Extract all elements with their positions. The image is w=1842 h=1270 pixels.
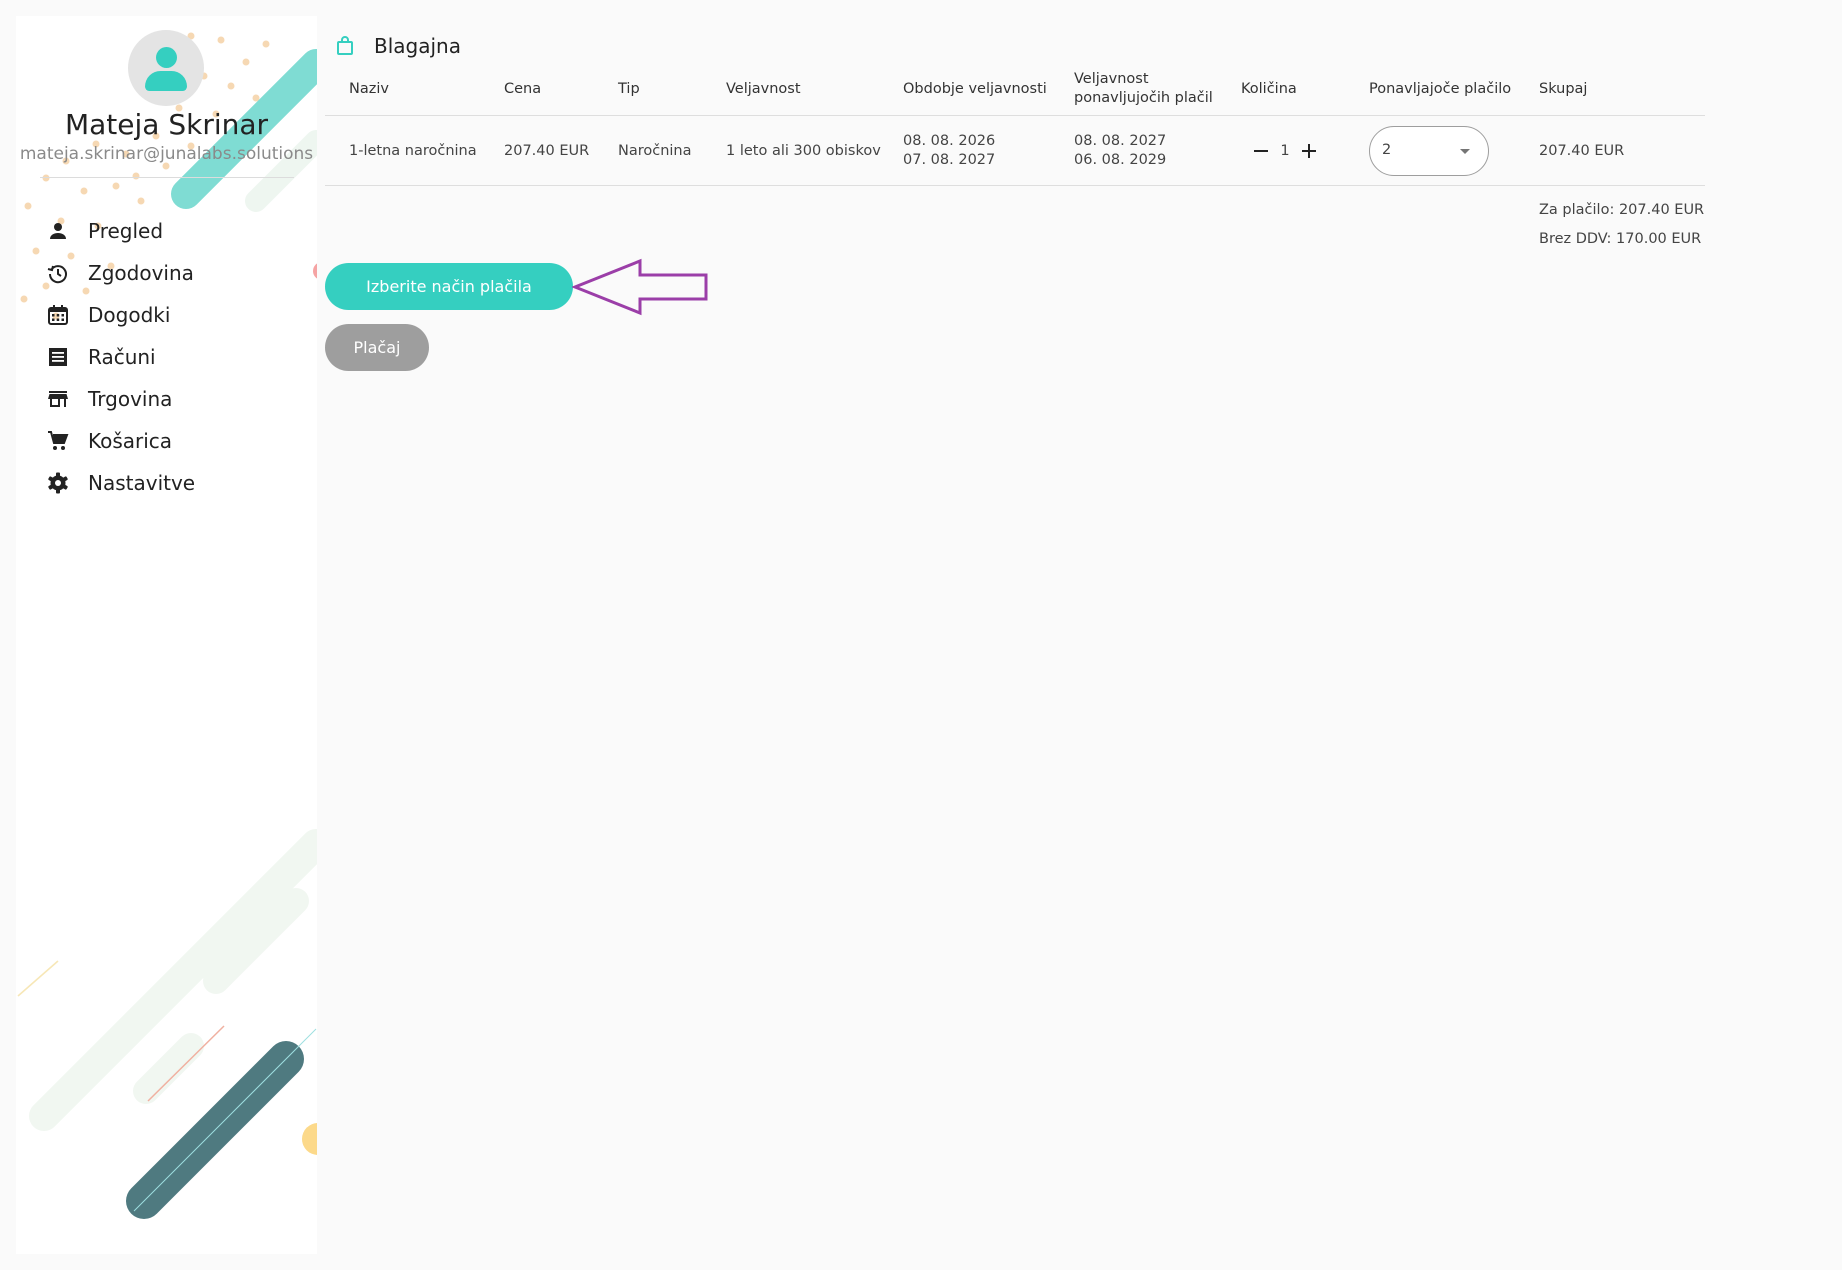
col-header-period: Obdobje veljavnosti (903, 80, 1047, 97)
quantity-stepper: 1 (1249, 116, 1321, 186)
col-header-recurring-validity-line2: ponavljujočih plačil (1074, 90, 1213, 106)
table-row: 1-letna naročnina 207.40 EUR Naročnina 1… (325, 116, 1705, 186)
decrease-quantity-button[interactable] (1249, 139, 1273, 163)
sidebar-item-label: Trgovina (88, 387, 173, 411)
store-icon (46, 387, 70, 411)
total-to-pay: Za plačilo: 207.40 EUR (1539, 202, 1705, 218)
cell-period-from: 08. 08. 2026 (903, 133, 996, 149)
receipt-icon (46, 345, 70, 369)
recurring-payment-select[interactable]: 2 (1369, 126, 1489, 176)
sidebar-item-kosarica[interactable]: Košarica (46, 420, 195, 462)
user-name: Mateja Skrinar (64, 108, 269, 141)
sidebar-item-label: Nastavitve (88, 471, 196, 495)
quantity-value: 1 (1280, 143, 1290, 159)
avatar (128, 30, 204, 106)
total-without-vat: Brez DDV: 170.00 EUR (1539, 231, 1702, 247)
col-header-recurring-validity-line1: Veljavnost (1074, 71, 1149, 87)
col-header-price: Cena (504, 80, 542, 97)
sidebar-item-trgovina[interactable]: Trgovina (46, 378, 195, 420)
col-header-name: Naziv (349, 80, 389, 97)
plus-icon (1302, 144, 1316, 158)
minus-icon (1254, 150, 1268, 152)
sidebar-item-label: Košarica (88, 429, 173, 453)
avatar-head-icon (156, 47, 177, 68)
col-header-type: Tip (618, 80, 640, 97)
cell-total: 207.40 EUR (1539, 142, 1625, 159)
table-header: Naziv Cena Tip Veljavnost Obdobje veljav… (325, 62, 1705, 116)
choose-payment-method-button[interactable]: Izberite način plačila (325, 263, 573, 310)
history-icon (46, 261, 70, 285)
order-totals: Za plačilo: 207.40 EUR Brez DDV: 170.00 … (1539, 196, 1704, 254)
recurring-payment-value: 2 (1382, 142, 1392, 158)
sidebar-item-label: Zgodovina (88, 261, 194, 285)
sidebar-item-zgodovina[interactable]: Zgodovina (46, 252, 195, 294)
sidebar-divider (40, 177, 294, 178)
calendar-icon (46, 303, 70, 327)
col-header-total: Skupaj (1539, 80, 1588, 97)
cart-table: Naziv Cena Tip Veljavnost Obdobje veljav… (325, 62, 1705, 186)
page-header: Blagajna (336, 34, 461, 58)
sidebar-item-nastavitve[interactable]: Nastavitve (46, 462, 195, 504)
col-header-quantity: Količina (1241, 80, 1297, 97)
sidebar-item-racuni[interactable]: Računi (46, 336, 195, 378)
col-header-recurring-payment: Ponavljajoče plačilo (1369, 80, 1512, 97)
sidebar-decoration (17, 32, 317, 1219)
page-title: Blagajna (374, 34, 461, 58)
sidebar-item-label: Pregled (88, 219, 164, 243)
increase-quantity-button[interactable] (1297, 139, 1321, 163)
person-icon (46, 219, 70, 243)
sidebar-nav: Pregled Zgodovina Dogodki Računi Trgovin… (46, 210, 195, 504)
col-header-validity: Veljavnost (726, 80, 801, 97)
sidebar-item-dogodki[interactable]: Dogodki (46, 294, 195, 336)
cell-type: Naročnina (618, 142, 692, 159)
cell-validity: 1 leto ali 300 obiskov (726, 142, 881, 159)
sidebar-item-pregled[interactable]: Pregled (46, 210, 195, 252)
shopping-bag-icon (336, 36, 354, 56)
annotation-arrow-icon (572, 258, 708, 316)
user-email: mateja.skrinar@junalabs.solutions (19, 144, 314, 164)
sidebar-item-label: Računi (88, 345, 156, 369)
cell-recurring-to: 06. 08. 2029 (1074, 152, 1167, 168)
cell-recurring-validity: 08. 08. 2027 06. 08. 2029 (1074, 116, 1166, 186)
cell-price: 207.40 EUR (504, 142, 590, 159)
col-header-recurring-validity: Veljavnost ponavljujočih plačil (1074, 62, 1213, 116)
chevron-down-icon (1460, 149, 1470, 154)
cell-period: 08. 08. 2026 07. 08. 2027 (903, 116, 995, 186)
pay-button[interactable]: Plačaj (325, 324, 429, 371)
sidebar-item-label: Dogodki (88, 303, 171, 327)
gear-icon (46, 471, 70, 495)
sidebar: Mateja Skrinar mateja.skrinar@junalabs.s… (16, 16, 317, 1254)
cell-name: 1-letna naročnina (349, 142, 477, 159)
avatar-body-icon (145, 71, 187, 91)
cart-icon (46, 429, 70, 453)
cell-period-to: 07. 08. 2027 (903, 152, 996, 168)
cell-recurring-from: 08. 08. 2027 (1074, 133, 1167, 149)
